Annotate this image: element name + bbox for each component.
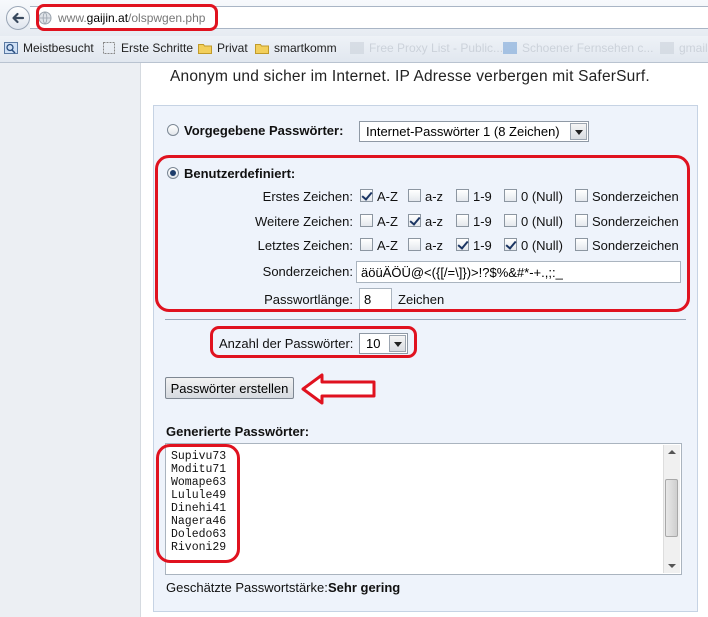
annotation-url-highlight <box>36 4 218 31</box>
page-icon <box>350 42 364 54</box>
generated-passwords-textarea[interactable]: Supivu73 Moditu71 Womape63 Lulule49 Dine… <box>165 443 682 575</box>
bookmark-folder-privat[interactable]: Privat <box>198 41 248 55</box>
bookmark-label: Meistbesucht <box>23 41 94 55</box>
bookmark-label: Free Proxy List - Public... <box>369 41 504 55</box>
strength-value: Sehr gering <box>328 580 401 595</box>
ad-headline[interactable]: Anonym und sicher im Internet. IP Adress… <box>170 68 650 86</box>
generated-heading: Generierte Passwörter: <box>166 424 310 439</box>
annotation-arrow-icon <box>301 373 376 405</box>
bookmark-label: gmail <box>679 41 708 55</box>
annotation-custom-highlight <box>155 155 690 312</box>
folder-icon <box>255 44 269 54</box>
bookmark-erste-schritte[interactable]: Erste Schritte <box>102 41 193 55</box>
page-icon <box>503 42 517 54</box>
left-sidebar <box>0 63 141 617</box>
predefined-select-value: Internet-Passwörter 1 (8 Zeichen) <box>366 124 560 139</box>
bookmark-free-proxy[interactable]: Free Proxy List - Public... <box>350 41 503 55</box>
predefined-radio[interactable] <box>167 124 179 136</box>
bookmark-folder-smartkomm[interactable]: smartkomm <box>255 41 337 55</box>
bookmark-label: Privat <box>217 41 248 55</box>
scrollbar-thumb[interactable] <box>665 479 678 537</box>
predefined-select[interactable]: Internet-Passwörter 1 (8 Zeichen) <box>359 121 589 142</box>
textarea-scrollbar[interactable] <box>663 445 680 573</box>
bookmark-meistbesucht[interactable]: Meistbesucht <box>4 41 94 55</box>
scroll-up-icon[interactable] <box>664 445 680 459</box>
back-arrow-icon <box>12 12 25 24</box>
create-passwords-button[interactable]: Passwörter erstellen <box>165 377 294 399</box>
strength-label: Geschätzte Passwortstärke: <box>166 580 328 595</box>
bookmark-gmail[interactable]: gmail <box>660 41 708 55</box>
back-button[interactable] <box>6 6 30 30</box>
page-icon <box>103 42 115 54</box>
scroll-down-icon[interactable] <box>664 559 680 573</box>
divider <box>165 319 686 320</box>
page-icon <box>660 42 674 54</box>
bookmark-schoener-fernsehen[interactable]: Schoener Fernsehen c... <box>503 41 653 55</box>
bookmarks-toolbar: Meistbesucht Erste Schritte Privat smart… <box>0 36 708 63</box>
annotation-passwords-highlight <box>156 444 240 563</box>
predefined-label: Vorgegebene Passwörter: <box>184 123 344 138</box>
folder-icon <box>198 44 212 54</box>
chevron-down-icon <box>570 123 587 140</box>
bookmark-label: smartkomm <box>274 41 337 55</box>
annotation-count-highlight <box>210 326 417 358</box>
bookmark-label: Schoener Fernsehen c... <box>522 41 654 55</box>
most-visited-icon <box>4 42 18 54</box>
bookmark-label: Erste Schritte <box>121 41 194 55</box>
